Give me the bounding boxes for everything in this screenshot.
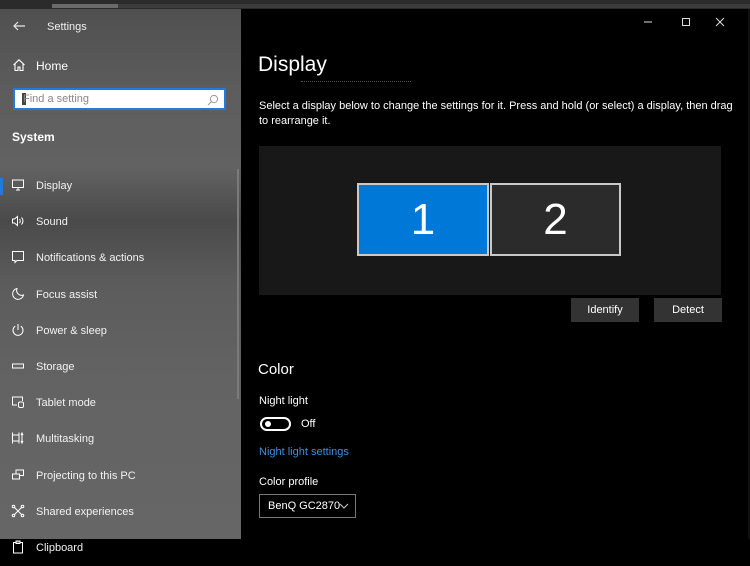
sidebar-item-notifications[interactable]: Notifications & actions [0,240,241,276]
maximize-icon[interactable] [678,14,694,30]
sidebar-item-display[interactable]: Display [0,168,241,204]
display-arrangement-area: 1 2 [259,146,721,295]
display-description: Select a display below to change the set… [259,100,733,127]
notification-icon [11,250,27,266]
monitor-icon [11,178,27,194]
scrolled-text-remnant [301,81,411,84]
clipboard-icon [11,540,27,556]
sidebar-item-storage[interactable]: Storage [0,349,241,385]
sidebar-item-label: Focus assist [36,288,98,301]
sidebar-item-label: Power & sleep [36,324,107,337]
back-arrow-icon[interactable] [12,19,28,35]
detect-button[interactable]: Detect [654,298,722,322]
search-box[interactable] [13,88,226,110]
speaker-icon [11,214,27,230]
monitor-2[interactable]: 2 [490,183,621,256]
sidebar-item-label: Notifications & actions [36,252,145,265]
night-light-settings-link[interactable]: Night light settings [259,446,349,458]
page-title: Display [258,53,327,76]
color-heading: Color [258,361,294,378]
identify-button[interactable]: Identify [571,298,639,322]
minimize-icon[interactable] [640,14,656,30]
close-icon[interactable] [712,14,728,30]
night-light-toggle[interactable] [260,417,291,431]
power-icon [11,323,27,339]
search-icon[interactable] [207,93,219,106]
sidebar-item-label: Clipboard [36,541,84,554]
title-bar: Settings [0,15,241,39]
sidebar-scrollbar[interactable] [237,169,239,399]
night-light-label: Night light [259,395,308,407]
storage-icon [11,359,27,375]
chevron-down-icon [339,501,349,511]
home-icon [12,58,28,74]
main-content: Display Select a display below to change… [241,9,750,539]
color-profile-dropdown[interactable]: BenQ GC2870 [259,494,356,518]
app-title: Settings [47,21,87,33]
sidebar-item-label: Display [36,180,73,192]
sidebar-item-power-sleep[interactable]: Power & sleep [0,313,241,349]
sidebar-item-label: Projecting to this PC [36,469,136,482]
multitasking-icon [11,431,27,447]
window-controls [630,9,750,35]
sidebar-item-shared-experiences[interactable]: Shared experiences [0,494,241,530]
strip-bar [118,4,750,8]
sidebar-item-projecting[interactable]: Projecting to this PC [0,458,241,494]
projecting-icon [11,468,27,484]
sidebar-nav: Display Sound Notifications & actions Fo… [0,168,241,566]
sidebar-item-tablet-mode[interactable]: Tablet mode [0,385,241,421]
shared-experiences-icon [11,504,27,520]
moon-icon [11,287,27,303]
sidebar-item-label: Shared experiences [36,505,134,518]
sidebar-item-home[interactable]: Home [0,55,241,79]
search-input[interactable] [23,91,203,107]
sidebar-item-focus-assist[interactable]: Focus assist [0,277,241,313]
sidebar-item-label: Storage [36,360,75,373]
tablet-mode-icon [11,395,27,411]
section-heading: System [12,130,55,144]
monitor-1[interactable]: 1 [357,183,489,256]
sidebar-item-label: Sound [36,216,68,229]
sidebar-item-multitasking[interactable]: Multitasking [0,421,241,457]
top-strip [0,0,750,9]
strip-bar [52,4,118,8]
sidebar-item-sound[interactable]: Sound [0,204,241,240]
sidebar-item-label: Multitasking [36,433,95,446]
color-profile-label: Color profile [259,476,319,488]
color-profile-value: BenQ GC2870 [268,500,341,512]
night-light-state: Off [301,418,316,430]
sidebar-item-clipboard[interactable]: Clipboard [0,530,241,566]
home-label: Home [36,59,69,73]
sidebar-item-label: Tablet mode [36,397,96,410]
selection-indicator [0,178,3,195]
sidebar: Settings Home System Display Sound Notif… [0,9,241,554]
toggle-knob [265,421,271,427]
